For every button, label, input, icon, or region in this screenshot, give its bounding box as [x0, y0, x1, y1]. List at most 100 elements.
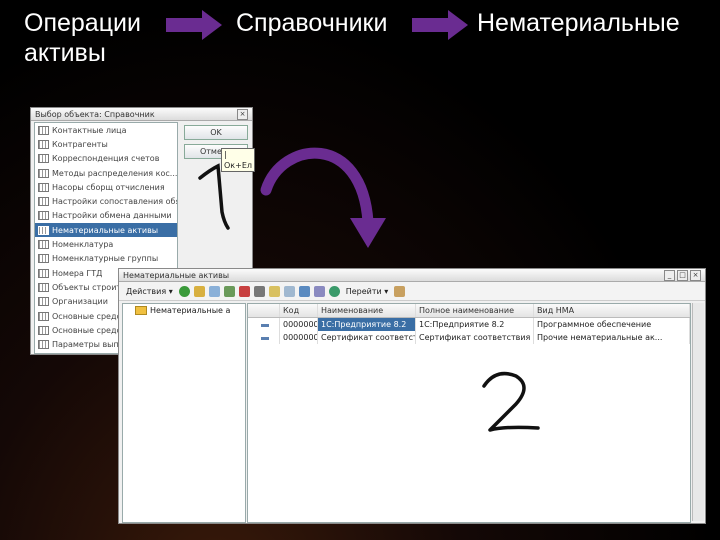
maximize-icon[interactable]: □	[677, 269, 688, 281]
dialog-titlebar: Выбор объекта: Справочник ×	[31, 108, 252, 121]
minimize-icon[interactable]: _	[664, 269, 675, 281]
list-item[interactable]: Номенклатурные группы	[35, 252, 177, 266]
sort-icon[interactable]	[313, 285, 325, 297]
list-item-label: Контактные лица	[52, 125, 127, 135]
edit-icon[interactable]	[223, 285, 235, 297]
close-icon[interactable]: ×	[237, 108, 248, 120]
group-tree: Нематериальные а	[122, 303, 246, 523]
handwritten-two-annotation: 2	[476, 368, 540, 432]
folder-icon	[135, 306, 147, 315]
list-item[interactable]: Корреспонденция счетов	[35, 152, 177, 166]
catalog-icon	[38, 254, 49, 264]
cell-kind: Прочие нематериальные ак...	[534, 331, 690, 344]
list-item[interactable]: Насоры сборщ отчисления	[35, 180, 177, 194]
catalog-icon	[38, 154, 49, 164]
window-title: Нематериальные активы	[123, 270, 230, 280]
window-titlebar: Нематериальные активы _ □ ×	[119, 269, 705, 282]
intangibles-window: Нематериальные активы _ □ × Действия ▾ П…	[118, 268, 706, 524]
add-group-icon[interactable]	[193, 285, 205, 297]
items-table: Код Наименование Полное наименование Вид…	[247, 303, 691, 523]
toolbar: Действия ▾ Перейти ▾	[119, 282, 705, 301]
breadcrumb-operations: Операции активы	[24, 8, 141, 68]
column-header-full-name[interactable]: Полное наименование	[416, 304, 534, 317]
cell-code: 000000001	[280, 318, 318, 331]
arrow-right-icon	[412, 10, 468, 40]
annotation-text: 2	[476, 368, 477, 369]
breadcrumb-operations-line1: Операции	[24, 9, 141, 37]
column-header[interactable]	[248, 304, 280, 317]
list-item[interactable]: Контактные лица	[35, 123, 177, 137]
actions-menu-label: Действия	[126, 286, 167, 296]
catalog-icon	[38, 197, 49, 207]
table-row[interactable]: 000000001 1С:Предприятие 8.2 1С:Предприя…	[248, 318, 690, 331]
cell-kind: Программное обеспечение	[534, 318, 690, 331]
dialog-title: Выбор объекта: Справочник	[35, 109, 155, 119]
list-item[interactable]: Методы распределения кос...	[35, 166, 177, 180]
vertical-scrollbar[interactable]	[692, 303, 704, 521]
list-item-label: Контрагенты	[52, 139, 108, 149]
list-item[interactable]: Номенклатура	[35, 237, 177, 251]
list-item-label: Методы распределения кос...	[52, 168, 177, 178]
close-icon[interactable]: ×	[690, 269, 701, 281]
column-header-kind[interactable]: Вид НМА	[534, 304, 690, 317]
list-item-label: Корреспонденция счетов	[52, 154, 160, 164]
breadcrumb-operations-line2: активы	[24, 39, 106, 67]
item-icon	[261, 337, 269, 340]
list-item-label: Насоры сборщ отчисления	[52, 182, 165, 192]
ok-button[interactable]: OK	[184, 125, 248, 140]
catalog-icon	[38, 268, 49, 278]
list-item-selected[interactable]: Нематериальные активы	[35, 223, 177, 238]
item-icon	[261, 324, 269, 327]
mark-delete-icon[interactable]	[253, 285, 265, 297]
list-item-label: Номера ГТД	[52, 268, 103, 278]
annotation-text: 1	[192, 160, 193, 161]
cell-full-name: 1С:Предприятие 8.2	[416, 318, 534, 331]
tree-root-item[interactable]: Нематериальные а	[123, 304, 245, 317]
delete-icon[interactable]	[238, 285, 250, 297]
list-item-label: Настройки сопоставления обя...	[52, 197, 177, 207]
list-item-label: Организации	[52, 297, 108, 307]
catalog-icon	[38, 282, 49, 292]
column-header-name[interactable]: Наименование	[318, 304, 416, 317]
list-item[interactable]: Настройки обмена данными	[35, 209, 177, 223]
list-item-label: Номенклатурные группы	[52, 254, 159, 264]
table-header: Код Наименование Полное наименование Вид…	[248, 304, 690, 318]
list-item[interactable]: Контрагенты	[35, 137, 177, 151]
catalog-icon	[38, 168, 49, 178]
list-icon[interactable]	[298, 285, 310, 297]
catalog-icon	[38, 211, 49, 221]
goto-menu-label: Перейти	[345, 286, 382, 296]
curved-arrow-icon	[260, 147, 386, 248]
cell-full-name: Сертификат соответствия	[416, 331, 534, 344]
catalog-icon	[38, 125, 49, 135]
catalog-icon	[38, 325, 49, 335]
filter-icon[interactable]	[268, 285, 280, 297]
cell-name: 1С:Предприятие 8.2	[318, 318, 416, 331]
handwritten-one-annotation: 1	[192, 160, 230, 230]
cell-name: Сертификат соответствия	[318, 331, 416, 344]
add-icon[interactable]	[178, 285, 190, 297]
tree-icon[interactable]	[283, 285, 295, 297]
breadcrumb-directories: Справочники	[236, 9, 388, 37]
actions-menu[interactable]: Действия ▾	[126, 287, 173, 296]
arrow-right-icon	[166, 10, 222, 40]
goto-menu[interactable]: Перейти ▾	[346, 287, 389, 296]
catalog-icon	[38, 297, 49, 307]
catalog-icon	[38, 139, 49, 149]
catalog-icon	[38, 311, 49, 321]
column-header-code[interactable]: Код	[280, 304, 318, 317]
catalog-icon	[38, 240, 49, 250]
catalog-icon	[38, 340, 49, 350]
breadcrumb-intangibles: Нематериальные	[477, 9, 680, 37]
cell-code: 000000002	[280, 331, 318, 344]
refresh-icon[interactable]	[328, 285, 340, 297]
list-item-label: Номенклатура	[52, 240, 114, 250]
print-icon[interactable]	[394, 285, 406, 297]
tree-root-label: Нематериальные а	[150, 306, 231, 315]
list-item-label: Настройки обмена данными	[52, 211, 172, 221]
catalog-icon	[38, 225, 49, 235]
table-row[interactable]: 000000002 Сертификат соответствия Сертиф…	[248, 331, 690, 344]
list-item[interactable]: Настройки сопоставления обя...	[35, 194, 177, 208]
list-item-label: Нематериальные активы	[52, 225, 159, 235]
copy-icon[interactable]	[208, 285, 220, 297]
